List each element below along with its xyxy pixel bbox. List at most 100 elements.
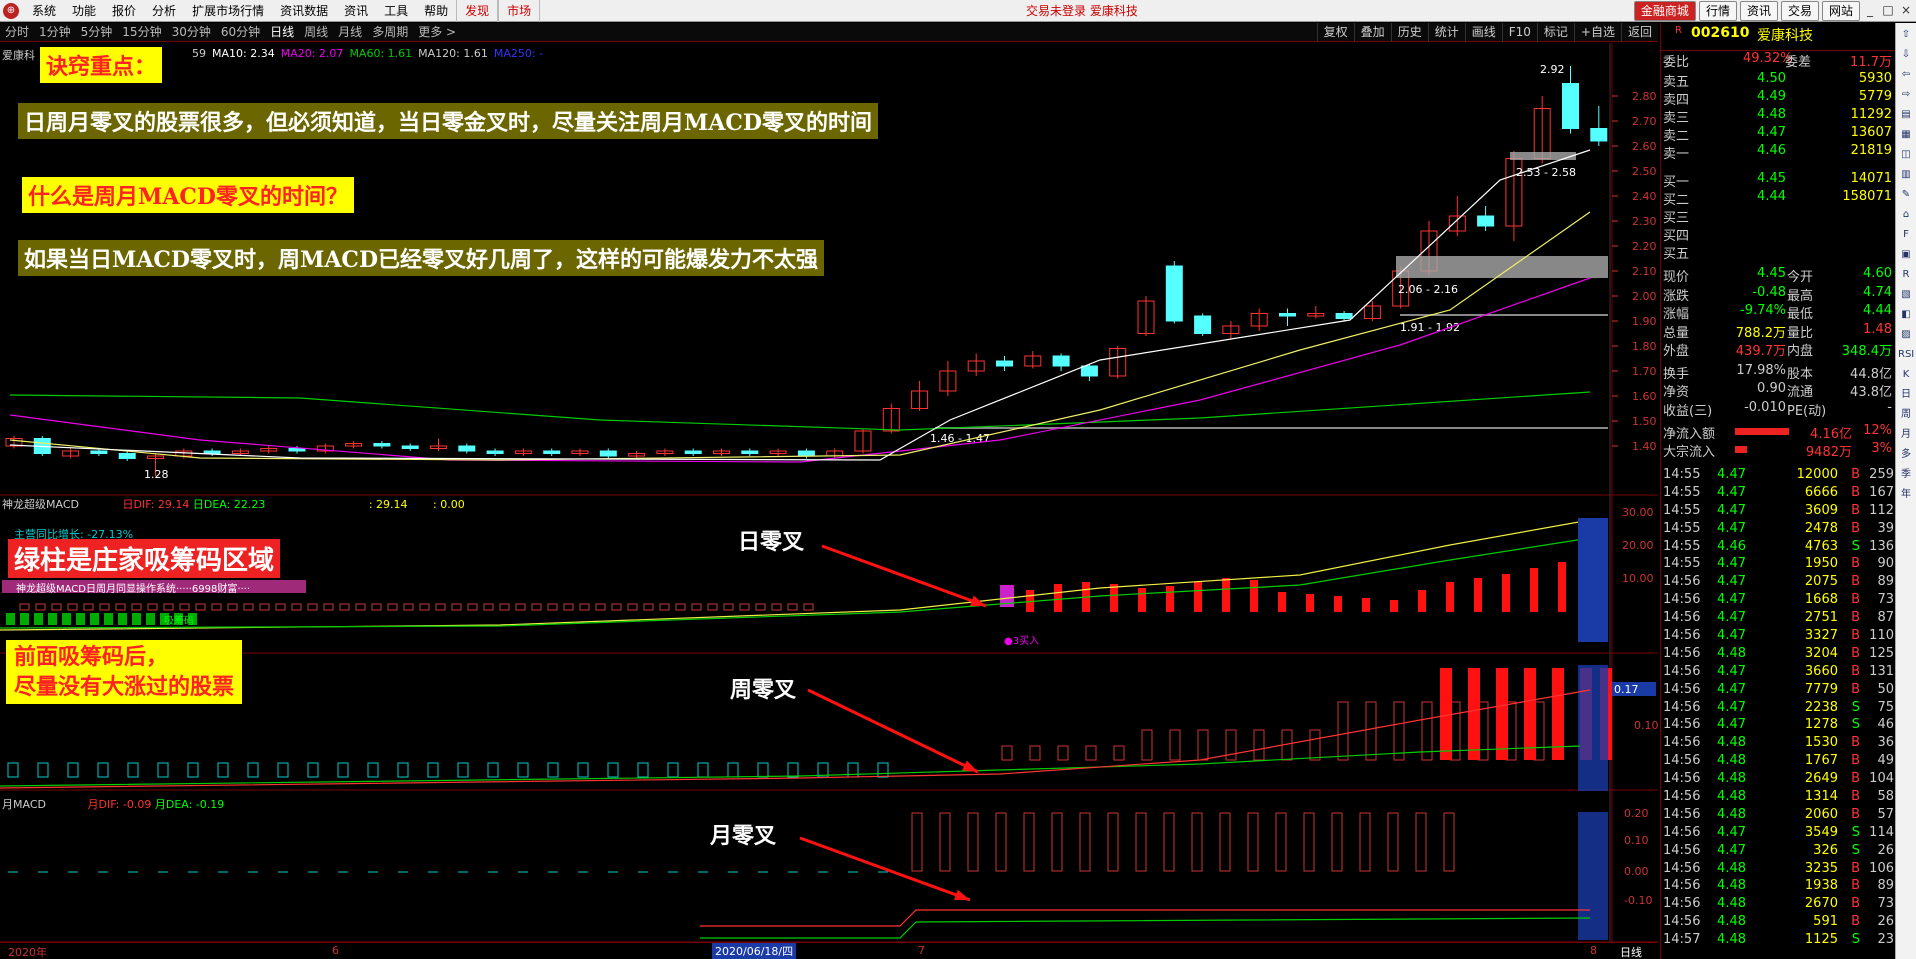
overlay-button[interactable]: 叠加 bbox=[1353, 23, 1391, 42]
back-button[interactable]: 返回 bbox=[1620, 23, 1658, 42]
week-bar bbox=[307, 762, 319, 778]
maximize-icon[interactable]: □ bbox=[1880, 1, 1896, 19]
trade-button[interactable]: 交易 bbox=[1780, 1, 1819, 21]
side-tool-icon[interactable]: ⌂ bbox=[1898, 207, 1914, 223]
side-tool-icon[interactable]: ▦ bbox=[1898, 127, 1914, 143]
tick-time: 14:56 bbox=[1663, 896, 1701, 912]
tick-count: 167 bbox=[1869, 484, 1894, 500]
stat-value: 1.48 bbox=[1863, 321, 1892, 337]
add-watchlist-button[interactable]: +自选 bbox=[1573, 23, 1621, 42]
side-tool-icon[interactable]: 月 bbox=[1898, 427, 1914, 443]
menu-tools[interactable]: 工具 bbox=[376, 0, 416, 22]
draw-button[interactable]: 画线 bbox=[1464, 23, 1502, 42]
tick-volume: 3235 bbox=[1804, 860, 1838, 876]
tab-60min[interactable]: 60分钟 bbox=[216, 23, 265, 41]
stat-label: 收益(三) bbox=[1663, 403, 1713, 419]
history-button[interactable]: 历史 bbox=[1390, 23, 1428, 42]
label-month-cross: 月零叉 bbox=[710, 823, 777, 849]
tick-price: 4.48 bbox=[1717, 753, 1746, 769]
price-tick: 2.50 bbox=[1632, 165, 1657, 178]
side-tool-icon[interactable]: ✎ bbox=[1898, 187, 1914, 203]
menu-help[interactable]: 帮助 bbox=[416, 0, 456, 22]
side-tool-icon[interactable]: 季 bbox=[1898, 467, 1914, 483]
macd-bar bbox=[547, 603, 558, 611]
quote-button[interactable]: 行情 bbox=[1698, 1, 1737, 21]
side-tool-icon[interactable]: ▥ bbox=[1898, 167, 1914, 183]
menu-analysis[interactable]: 分析 bbox=[144, 0, 184, 22]
app-logo-icon[interactable]: ⊕ bbox=[3, 3, 19, 19]
side-tool-icon[interactable]: ⇨ bbox=[1898, 87, 1914, 103]
tab-5min[interactable]: 5分钟 bbox=[76, 23, 118, 41]
tick-side: B bbox=[1851, 914, 1860, 930]
close-icon[interactable]: × bbox=[1898, 1, 1914, 19]
menu-function[interactable]: 功能 bbox=[64, 0, 104, 22]
tab-15min[interactable]: 15分钟 bbox=[117, 23, 166, 41]
side-tool-icon[interactable]: ⇩ bbox=[1898, 47, 1914, 63]
stat-label: 总量 bbox=[1663, 325, 1690, 341]
tick-time: 14:56 bbox=[1663, 878, 1701, 894]
tab-30min[interactable]: 30分钟 bbox=[167, 23, 216, 41]
side-tool-icon[interactable]: F bbox=[1898, 227, 1914, 243]
tick-time: 14:56 bbox=[1663, 806, 1701, 822]
menu-quote[interactable]: 报价 bbox=[104, 0, 144, 22]
sell-level-label: 卖四 bbox=[1663, 93, 1690, 108]
tick-tape[interactable]: 14:55 4.47 12000 B 259 14:55 4.47 6666 B 167 14:55… bbox=[1661, 467, 1896, 950]
sell-volume: 21819 bbox=[1850, 143, 1892, 158]
tab-multi-period[interactable]: 多周期 bbox=[367, 23, 413, 41]
candle-body bbox=[599, 450, 617, 457]
side-tool-icon[interactable]: ▤ bbox=[1898, 107, 1914, 123]
macd-bar bbox=[419, 603, 430, 611]
adjust-button[interactable]: 复权 bbox=[1316, 23, 1354, 42]
side-tool-icon[interactable]: R bbox=[1898, 267, 1914, 283]
side-tool-icon[interactable]: 年 bbox=[1898, 487, 1914, 503]
tab-monthly[interactable]: 月线 bbox=[333, 23, 367, 41]
side-tool-icon[interactable]: RSI bbox=[1898, 347, 1914, 363]
minimize-icon[interactable]: _ bbox=[1862, 1, 1878, 19]
tab-weekly[interactable]: 周线 bbox=[299, 23, 333, 41]
candle-body bbox=[1335, 313, 1353, 319]
week-bar bbox=[787, 762, 799, 778]
app-window: ⊕ 系统 功能 报价 分析 扩展市场行情 资讯数据 资讯 工具 帮助 发现 市场… bbox=[0, 0, 1916, 959]
menu-ext-market[interactable]: 扩展市场行情 bbox=[184, 0, 272, 22]
menu-system[interactable]: 系统 bbox=[24, 0, 64, 22]
tab-1min[interactable]: 1分钟 bbox=[34, 23, 76, 41]
side-tool-icon[interactable]: ▧ bbox=[1898, 287, 1914, 303]
menu-market[interactable]: 市场 bbox=[498, 0, 541, 22]
side-tool-icon[interactable]: ⇧ bbox=[1898, 27, 1914, 43]
menu-info[interactable]: 资讯 bbox=[336, 0, 376, 22]
mall-button[interactable]: 金融商城 bbox=[1633, 1, 1696, 21]
buy-row: 买五 bbox=[1661, 243, 1896, 262]
macd-bar bbox=[435, 603, 446, 611]
tab-intraday[interactable]: 分时 bbox=[0, 23, 34, 41]
side-tool-icon[interactable]: 多 bbox=[1898, 447, 1914, 463]
quote-panel: R 002610 爱康科技 委比 49.32% 委差 11.7万 卖五 4.50 5… bbox=[1660, 23, 1896, 959]
tick-count: 26 bbox=[1877, 842, 1894, 858]
side-tool-icon[interactable]: ◫ bbox=[1898, 147, 1914, 163]
menu-discover[interactable]: 发现 bbox=[456, 0, 499, 22]
side-tool-icon[interactable]: ◧ bbox=[1898, 307, 1914, 323]
website-button[interactable]: 网站 bbox=[1821, 1, 1860, 21]
info-button[interactable]: 资讯 bbox=[1739, 1, 1778, 21]
tick-time: 14:56 bbox=[1663, 645, 1701, 661]
tick-time: 14:56 bbox=[1663, 574, 1701, 590]
menu-info-data[interactable]: 资讯数据 bbox=[272, 0, 336, 22]
buy-row: 买三 bbox=[1661, 207, 1896, 226]
side-tool-icon[interactable]: K bbox=[1898, 367, 1914, 383]
side-tool-icon[interactable]: ▣ bbox=[1898, 247, 1914, 263]
f10-button[interactable]: F10 bbox=[1501, 23, 1537, 42]
price-tick: 1.90 bbox=[1632, 315, 1657, 328]
side-tool-icon[interactable]: 日 bbox=[1898, 387, 1914, 403]
stats-button[interactable]: 统计 bbox=[1427, 23, 1465, 42]
side-tool-icon[interactable]: 周 bbox=[1898, 407, 1914, 423]
flow-value: 9482万 bbox=[1805, 445, 1852, 460]
tab-more[interactable]: 更多 > bbox=[413, 23, 461, 41]
side-tool-icon[interactable]: ⇦ bbox=[1898, 67, 1914, 83]
side-tool-icon[interactable]: ▨ bbox=[1898, 327, 1914, 343]
flow-bar bbox=[1735, 446, 1747, 453]
macd-bar bbox=[515, 603, 526, 611]
macd-bar bbox=[147, 603, 158, 611]
buy-signal-tag: ●3买入 bbox=[1004, 636, 1040, 647]
stat-value: -0.010 bbox=[1744, 399, 1786, 415]
mark-button[interactable]: 标记 bbox=[1536, 23, 1574, 42]
tab-daily[interactable]: 日线 bbox=[265, 23, 299, 41]
